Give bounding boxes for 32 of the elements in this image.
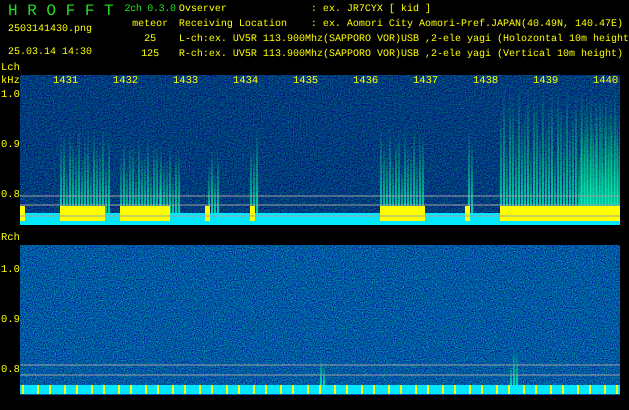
channel-label: Rch (0, 232, 20, 245)
timestamp: 25.03.14 14:30 (8, 46, 94, 60)
axis-tick-label: 1.0 (1, 89, 20, 101)
time-label: 1431 (53, 75, 78, 87)
time-label: 1439 (533, 75, 558, 87)
axis-tick-label: 1.0 (1, 264, 20, 276)
time-label: 1433 (173, 75, 198, 87)
axis-tick-label: 0.9 (1, 314, 20, 326)
axis-tick-label: 0.8 (1, 189, 20, 201)
time-label: 1436 (353, 75, 378, 87)
channel-info: R-ch:ex. UV5R 113.900Mhz(SAPPORO VOR)USB ,2-ele yagi (Vertical 10m height) (178, 48, 624, 62)
time-label: 1437 (413, 75, 438, 87)
time-label: 1440 (593, 75, 618, 87)
file-name: 2503141430.png (8, 23, 94, 37)
info-label: Ovserver (178, 3, 228, 17)
time-label: 1438 (473, 75, 498, 87)
time-label: 1432 (113, 75, 138, 87)
info-label: Receiving Location (178, 18, 288, 32)
version-label: 2ch 0.3.0 (123, 2, 177, 17)
mode-label: meteor (131, 18, 170, 32)
axis-tick-label: 0.8 (1, 364, 20, 376)
unit-label: kHz (1, 75, 20, 87)
info-value: : ex. Aomori City Aomori-Pref.JAPAN(40.49N, 140.47E) (310, 19, 623, 30)
channel-info: L-ch:ex. UV5R 113.900Mhz(SAPPORO VOR)USB ,2-ele yagi (Holozontal 10m height (178, 32, 629, 47)
channel-label: Lch (0, 62, 20, 75)
axis-tick-label: 0.9 (1, 139, 20, 151)
time-label: 1435 (293, 75, 318, 87)
app-title: H R O F F T (8, 2, 115, 20)
time-label: 1434 (233, 75, 258, 87)
count-value: 25 (143, 33, 158, 47)
count-value: 125 (140, 48, 160, 62)
info-value: : ex. JR7CYX [ kid ] (310, 4, 431, 15)
